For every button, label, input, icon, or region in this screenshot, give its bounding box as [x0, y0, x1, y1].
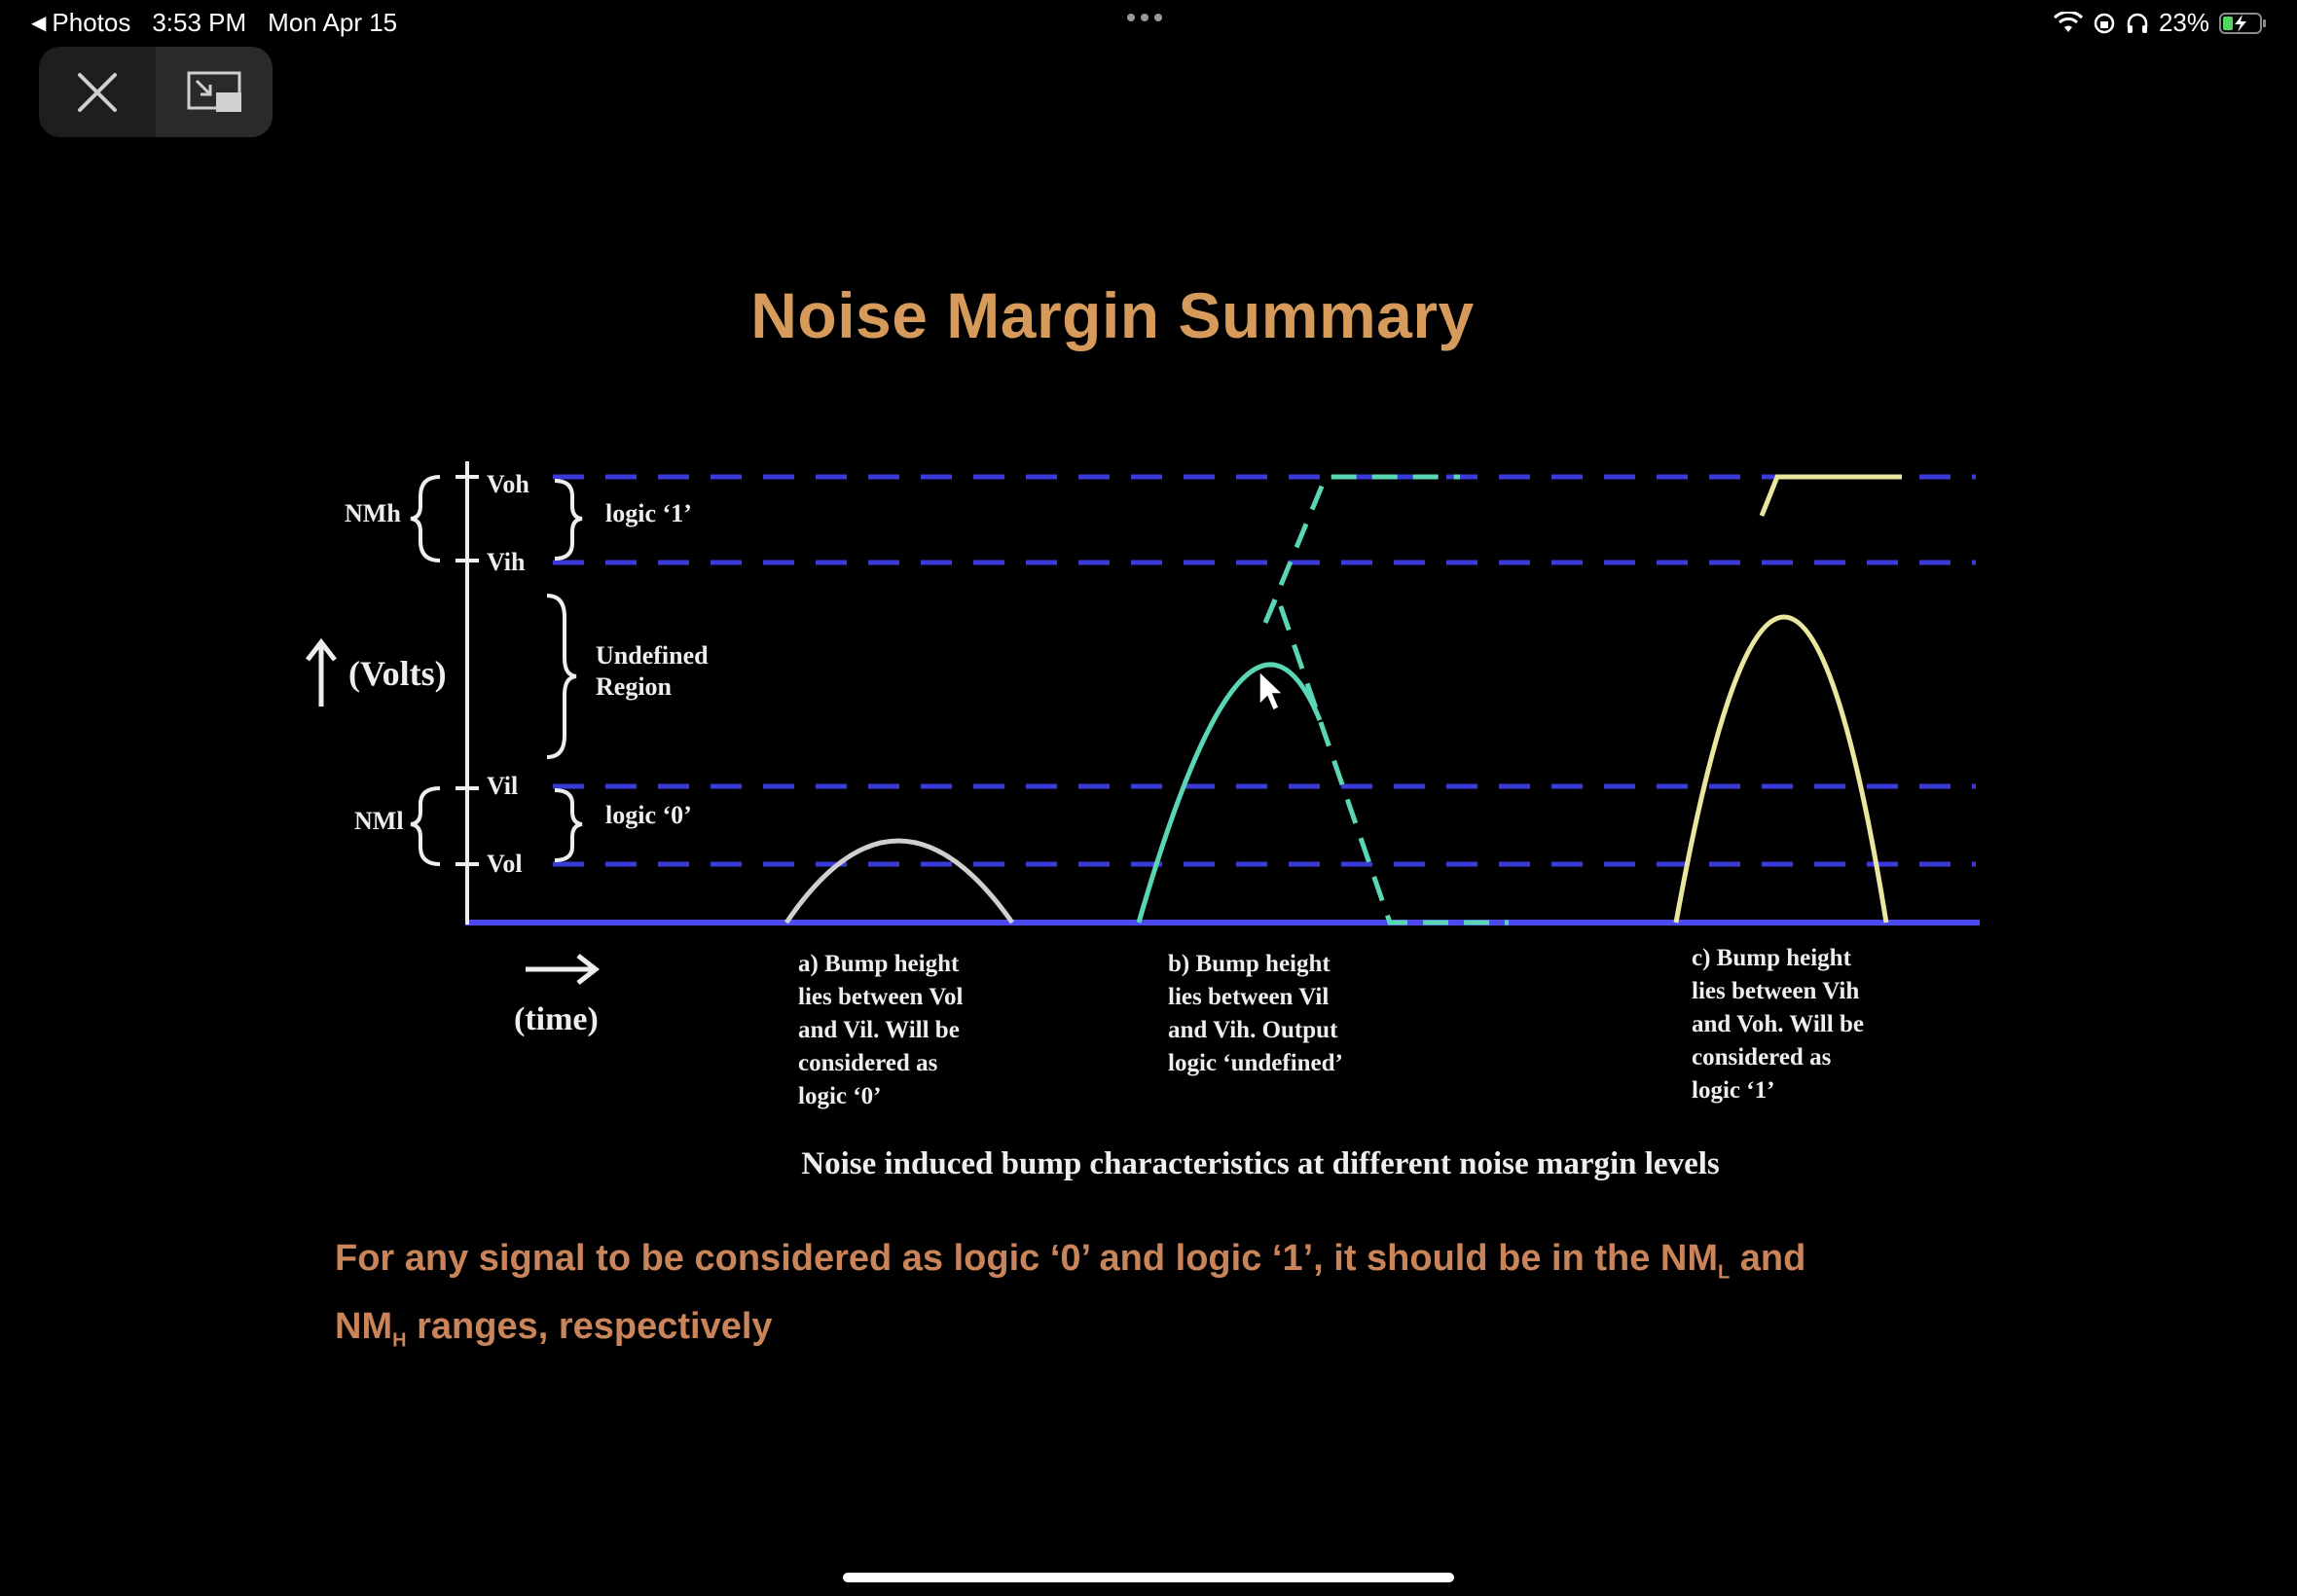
up-arrow-icon: [306, 637, 337, 707]
note-a-line: and Vil. Will be: [798, 1017, 960, 1043]
slide-footnote: For any signal to be considered as logic…: [335, 1232, 1853, 1367]
note-a-line: considered as: [798, 1050, 938, 1076]
note-c-line: considered as: [1692, 1044, 1832, 1070]
right-arrow-icon: [526, 954, 601, 985]
note-c: c) Bump height lies between Vih and Voh.…: [1692, 945, 1864, 1104]
label-vol: Vol: [487, 850, 523, 878]
bump-c-flat-top: [1759, 474, 1902, 517]
note-c-line: c) Bump height: [1692, 945, 1852, 971]
label-undefined-2: Region: [596, 672, 673, 701]
note-b-line: and Vih. Output: [1168, 1017, 1338, 1043]
note-c-line: and Voh. Will be: [1692, 1011, 1864, 1037]
label-logic-one: logic ‘1’: [605, 499, 692, 527]
bump-b-curve: [1136, 662, 1323, 924]
nmh-brace: [410, 475, 441, 562]
note-b-line: logic ‘undefined’: [1168, 1050, 1343, 1076]
logic-zero-brace: [554, 788, 583, 862]
logic-one-brace: [554, 479, 583, 561]
label-nml: NMl: [354, 807, 404, 835]
footnote-sub2: H: [392, 1329, 407, 1352]
label-vil: Vil: [487, 772, 518, 800]
bump-c-curve: [1673, 614, 1889, 924]
footnote-part3: ranges, respectively: [406, 1305, 773, 1347]
note-a-line: lies between Vol: [798, 984, 964, 1010]
footnote-part1: For any signal to be considered as logic…: [335, 1238, 1719, 1279]
label-vih: Vih: [487, 548, 526, 576]
label-undefined-1: Undefined: [596, 641, 709, 670]
home-indicator[interactable]: [843, 1573, 1454, 1582]
note-c-line: lies between Vih: [1692, 978, 1859, 1004]
footnote-sub1: L: [1718, 1261, 1731, 1284]
bump-a-curve: [784, 838, 1015, 925]
nml-brace: [410, 786, 441, 866]
note-b: b) Bump height lies between Vil and Vih.…: [1168, 951, 1343, 1076]
note-a-line: logic ‘0’: [798, 1083, 881, 1109]
label-volts: (Volts): [348, 654, 447, 693]
note-a: a) Bump height lies between Vol and Vil.…: [798, 951, 964, 1109]
label-nmh: NMh: [345, 499, 401, 527]
note-c-line: logic ‘1’: [1692, 1077, 1774, 1104]
label-voh: Voh: [487, 470, 529, 498]
note-b-line: b) Bump height: [1168, 951, 1331, 977]
note-b-line: lies between Vil: [1168, 984, 1329, 1010]
label-time: (time): [514, 1001, 599, 1037]
bump-b-output-dashed: [1262, 474, 1509, 925]
diagram-caption: Noise induced bump characteristics at di…: [801, 1146, 1720, 1181]
cursor-icon: [1258, 670, 1285, 712]
label-logic-zero: logic ‘0’: [605, 801, 692, 829]
undefined-brace: [546, 594, 577, 759]
note-a-line: a) Bump height: [798, 951, 960, 977]
